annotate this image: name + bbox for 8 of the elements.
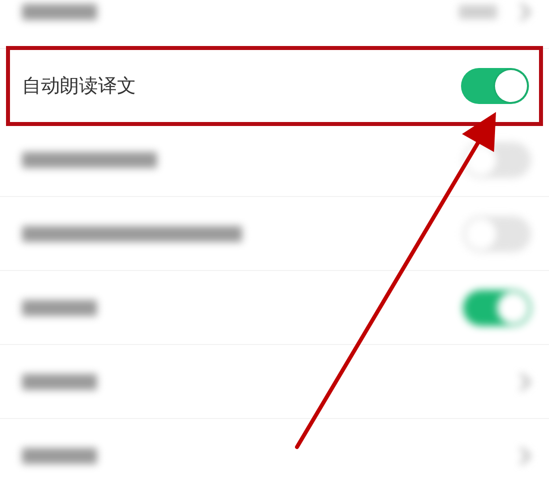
toggle-switch[interactable] — [463, 290, 531, 326]
chevron-icon — [519, 2, 531, 22]
highlighted-setting-row[interactable]: 自动朗读译文 — [6, 46, 543, 126]
toggle-switch[interactable] — [461, 68, 529, 104]
blurred-value — [459, 4, 497, 18]
setting-label: 自动朗读译文 — [22, 74, 137, 99]
chevron-icon — [519, 372, 531, 392]
chevron-icon — [519, 446, 531, 466]
